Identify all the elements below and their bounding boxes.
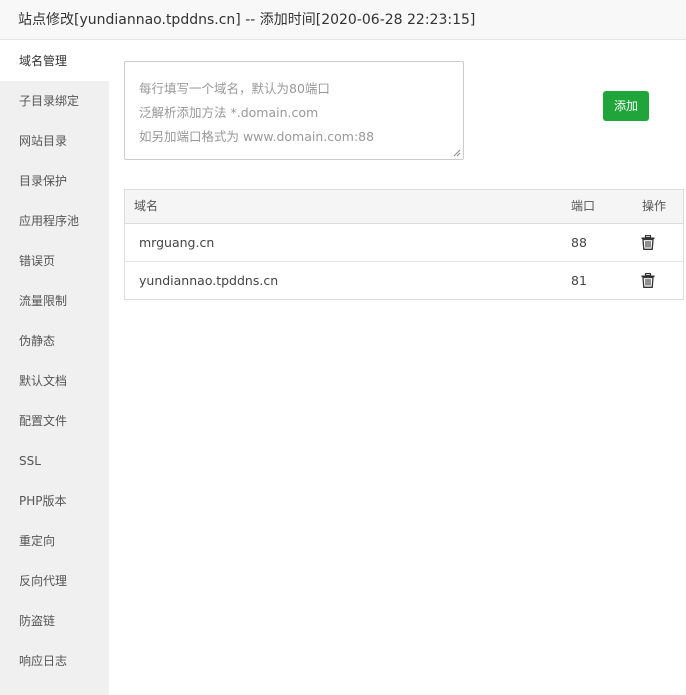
- domain-input-placeholder-line: 每行填写一个域名，默认为80端口: [139, 81, 330, 96]
- domain-input[interactable]: 每行填写一个域名，默认为80端口 泛解析添加方法 *.domain.com 如另…: [124, 61, 464, 160]
- sidebar-item-app-pool[interactable]: 应用程序池: [0, 201, 109, 241]
- trash-icon[interactable]: [641, 273, 655, 288]
- column-header-port: 端口: [571, 199, 596, 213]
- table-row: mrguang.cn 88: [125, 224, 683, 261]
- resize-grip-icon[interactable]: [453, 149, 461, 157]
- sidebar-item-rewrite[interactable]: 伪静态: [0, 321, 109, 361]
- sidebar: 域名管理 子目录绑定 网站目录 目录保护 应用程序池 错误页 流量限制 伪静态 …: [0, 41, 109, 695]
- sidebar-item-hotlink-protection[interactable]: 防盗链: [0, 601, 109, 641]
- domain-cell: yundiannao.tpddns.cn: [139, 273, 279, 288]
- main-panel: 每行填写一个域名，默认为80端口 泛解析添加方法 *.domain.com 如另…: [109, 41, 686, 695]
- dialog-title: 站点修改[yundiannao.tpddns.cn] -- 添加时间[2020-…: [0, 0, 686, 40]
- sidebar-item-subdirectory-binding[interactable]: 子目录绑定: [0, 81, 109, 121]
- sidebar-item-site-directory[interactable]: 网站目录: [0, 121, 109, 161]
- column-header-domain: 域名: [134, 199, 159, 213]
- sidebar-item-reverse-proxy[interactable]: 反向代理: [0, 561, 109, 601]
- sidebar-item-response-log[interactable]: 响应日志: [0, 641, 109, 681]
- port-cell: 81: [571, 273, 587, 288]
- sidebar-item-traffic-limit[interactable]: 流量限制: [0, 281, 109, 321]
- domain-input-placeholder-line: 如另加端口格式为 www.domain.com:88: [139, 129, 375, 144]
- sidebar-item-ssl[interactable]: SSL: [0, 441, 109, 481]
- add-button[interactable]: 添加: [603, 91, 649, 121]
- sidebar-item-error-pages[interactable]: 错误页: [0, 241, 109, 281]
- table-header: 域名 端口 操作: [125, 190, 683, 224]
- sidebar-item-domain-management[interactable]: 域名管理: [0, 41, 109, 81]
- trash-icon[interactable]: [641, 235, 655, 250]
- column-header-action: 操作: [642, 199, 667, 213]
- sidebar-item-default-document[interactable]: 默认文档: [0, 361, 109, 401]
- domain-table: 域名 端口 操作 mrguang.cn 88 yundiannao.tpddns…: [124, 189, 684, 300]
- sidebar-item-directory-protection[interactable]: 目录保护: [0, 161, 109, 201]
- domain-input-placeholder-line: 泛解析添加方法 *.domain.com: [139, 105, 319, 120]
- sidebar-item-redirect[interactable]: 重定向: [0, 521, 109, 561]
- table-row: yundiannao.tpddns.cn 81: [125, 261, 683, 299]
- sidebar-item-php-version[interactable]: PHP版本: [0, 481, 109, 521]
- domain-cell: mrguang.cn: [139, 235, 215, 250]
- sidebar-item-config-file[interactable]: 配置文件: [0, 401, 109, 441]
- port-cell: 88: [571, 235, 587, 250]
